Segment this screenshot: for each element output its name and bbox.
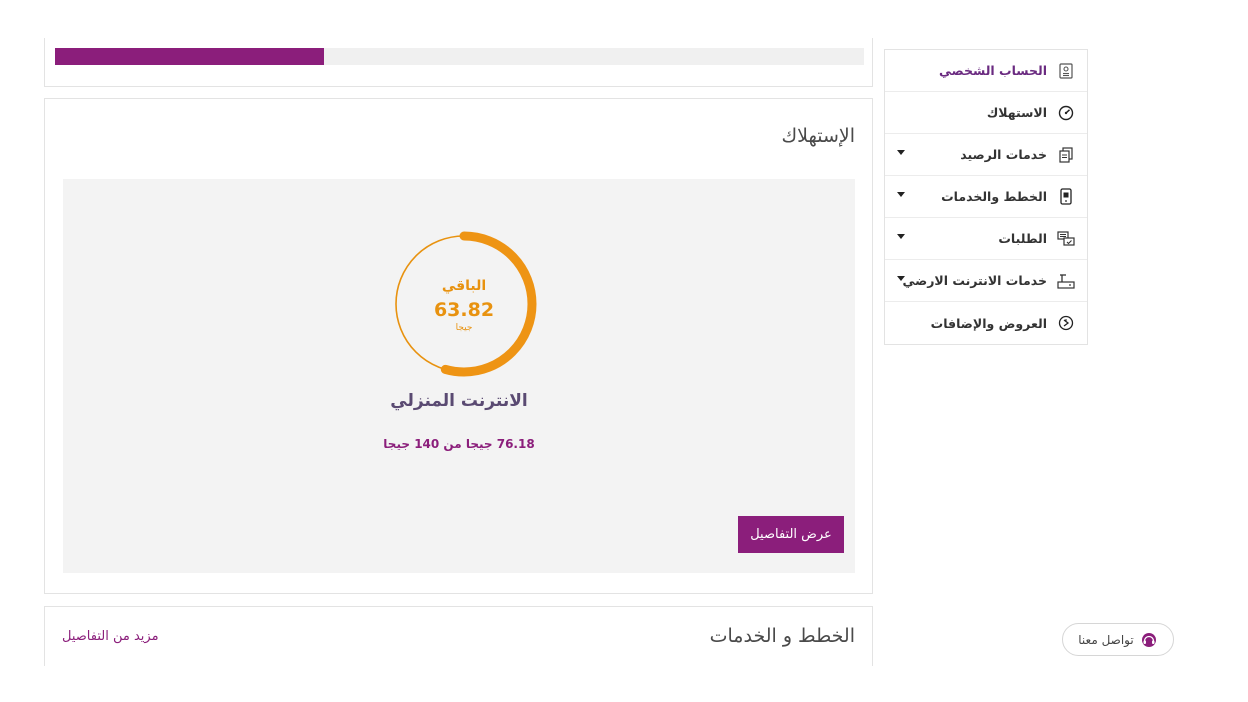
remaining-value: 63.82 <box>433 299 495 321</box>
router-icon <box>1057 272 1075 290</box>
sidebar-item-landline-internet[interactable]: خدمات الانترنت الارضي <box>885 260 1087 302</box>
sidebar-item-label: الاستهلاك <box>986 105 1047 120</box>
remaining-unit: جيجا <box>455 323 473 333</box>
view-details-button[interactable]: عرض التفاصيل <box>738 516 844 553</box>
usage-title: الإستهلاك <box>781 125 855 147</box>
sidebar-item-label: الخطط والخدمات <box>941 189 1047 204</box>
chat-icon <box>1057 230 1075 248</box>
mobile-icon <box>1057 188 1075 206</box>
sidebar-item-offers[interactable]: العروض والإضافات <box>885 302 1087 344</box>
id-card-icon <box>1057 62 1075 80</box>
sidebar-item-requests[interactable]: الطلبات <box>885 218 1087 260</box>
offer-icon <box>1057 314 1075 332</box>
sidebar-item-balance-services[interactable]: خدمات الرصيد <box>885 134 1087 176</box>
sidebar-item-label: خدمات الرصيد <box>960 147 1047 162</box>
remaining-label: الباقي <box>441 278 487 294</box>
caret-down-icon <box>897 234 905 239</box>
usage-panel: الباقي 63.82 جيجا الانترنت المنزلي 76.18… <box>63 179 855 573</box>
contact-us-button[interactable]: تواصل معنا <box>1062 623 1174 656</box>
more-details-link[interactable]: مزيد من التفاصيل <box>62 629 159 644</box>
caret-down-icon <box>897 192 905 197</box>
sidebar-item-label: خدمات الانترنت الارضي <box>902 273 1047 288</box>
usage-detail: 76.18 جيجا من 140 جيجا <box>383 437 535 451</box>
documents-icon <box>1057 146 1075 164</box>
sidebar-item-plans-services[interactable]: الخطط والخدمات <box>885 176 1087 218</box>
donut-center: الباقي 63.82 جيجا <box>389 229 539 379</box>
sidebar-item-label: العروض والإضافات <box>930 315 1047 331</box>
caret-down-icon <box>897 276 905 281</box>
sidebar: الحساب الشخصي الاستهلاك خدمات الرصيد الخ… <box>884 49 1088 345</box>
top-card <box>44 38 873 87</box>
plans-card: الخطط و الخدمات مزيد من التفاصيل <box>44 606 873 666</box>
sidebar-item-label: الطلبات <box>998 231 1047 246</box>
gauge-icon <box>1057 104 1075 122</box>
contact-us-label: تواصل معنا <box>1078 632 1134 647</box>
usage-card: الإستهلاك الباقي 63.82 جيجا الانترنت الم… <box>44 98 873 594</box>
caret-down-icon <box>897 150 905 155</box>
sidebar-item-consumption[interactable]: الاستهلاك <box>885 92 1087 134</box>
sidebar-item-profile[interactable]: الحساب الشخصي <box>885 50 1087 92</box>
service-name: الانترنت المنزلي <box>390 391 528 411</box>
progress-bar-fill <box>55 48 324 65</box>
plans-title: الخطط و الخدمات <box>709 625 855 647</box>
sidebar-item-label: الحساب الشخصي <box>939 63 1047 78</box>
progress-bar <box>55 48 864 65</box>
headset-icon <box>1141 632 1156 647</box>
